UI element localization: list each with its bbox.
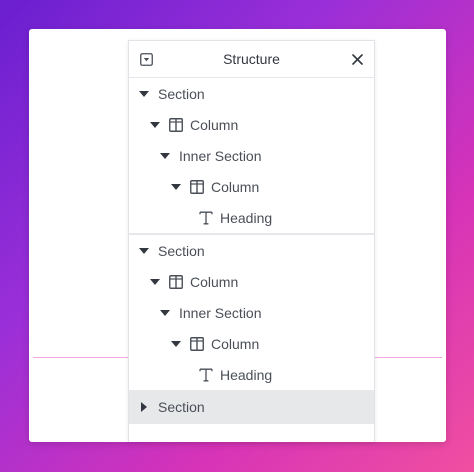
text-heading-icon [199,368,213,382]
column-layout-icon [190,179,204,194]
tree-item-column[interactable]: Column [129,266,374,297]
tree-item-label: Heading [220,209,273,226]
panel-title: Structure [223,51,280,67]
tree-group: Section Column Inner Section Column Head… [129,78,374,235]
tree-item-section[interactable]: Section [129,78,374,109]
collapse-panel-icon[interactable] [139,52,153,66]
tree-item-section-collapsed[interactable]: Section [129,390,374,424]
tree-item-label: Heading [220,366,273,383]
column-layout-icon [190,336,204,351]
caret-down-icon[interactable] [138,88,150,100]
tree-item-heading[interactable]: Heading [129,202,374,233]
tree-item-label: Column [190,116,239,133]
caret-right-icon[interactable] [138,401,150,413]
close-icon[interactable] [349,51,365,67]
caret-down-icon[interactable] [159,307,171,319]
tree-item-label: Inner Section [179,304,262,321]
caret-down-icon[interactable] [138,245,150,257]
tree-item-label: Inner Section [179,147,262,164]
tree-item-label: Section [158,242,205,259]
caret-down-icon[interactable] [149,276,161,288]
tree-item-column[interactable]: Column [129,109,374,140]
tree-item-label: Section [158,399,205,415]
tree-group: Section Column Inner Section Column Head… [129,235,374,424]
caret-down-icon[interactable] [170,181,182,193]
tree-item-label: Column [211,178,260,195]
tree-item-heading[interactable]: Heading [129,359,374,390]
tree-item-inner-column[interactable]: Column [129,328,374,359]
caret-down-icon[interactable] [159,150,171,162]
tree-item-inner-section[interactable]: Inner Section [129,297,374,328]
structure-panel: Structure Section Column Inner Section C… [128,40,375,442]
column-layout-icon [169,274,183,289]
tree-item-label: Column [190,273,239,290]
tree-item-label: Section [158,85,205,102]
panel-header: Structure [129,41,374,78]
tree-item-inner-column[interactable]: Column [129,171,374,202]
caret-down-icon[interactable] [170,338,182,350]
text-heading-icon [199,211,213,225]
tree-item-label: Column [211,335,260,352]
tree-item-section[interactable]: Section [129,235,374,266]
tree-item-inner-section[interactable]: Inner Section [129,140,374,171]
column-layout-icon [169,117,183,132]
caret-down-icon[interactable] [149,119,161,131]
